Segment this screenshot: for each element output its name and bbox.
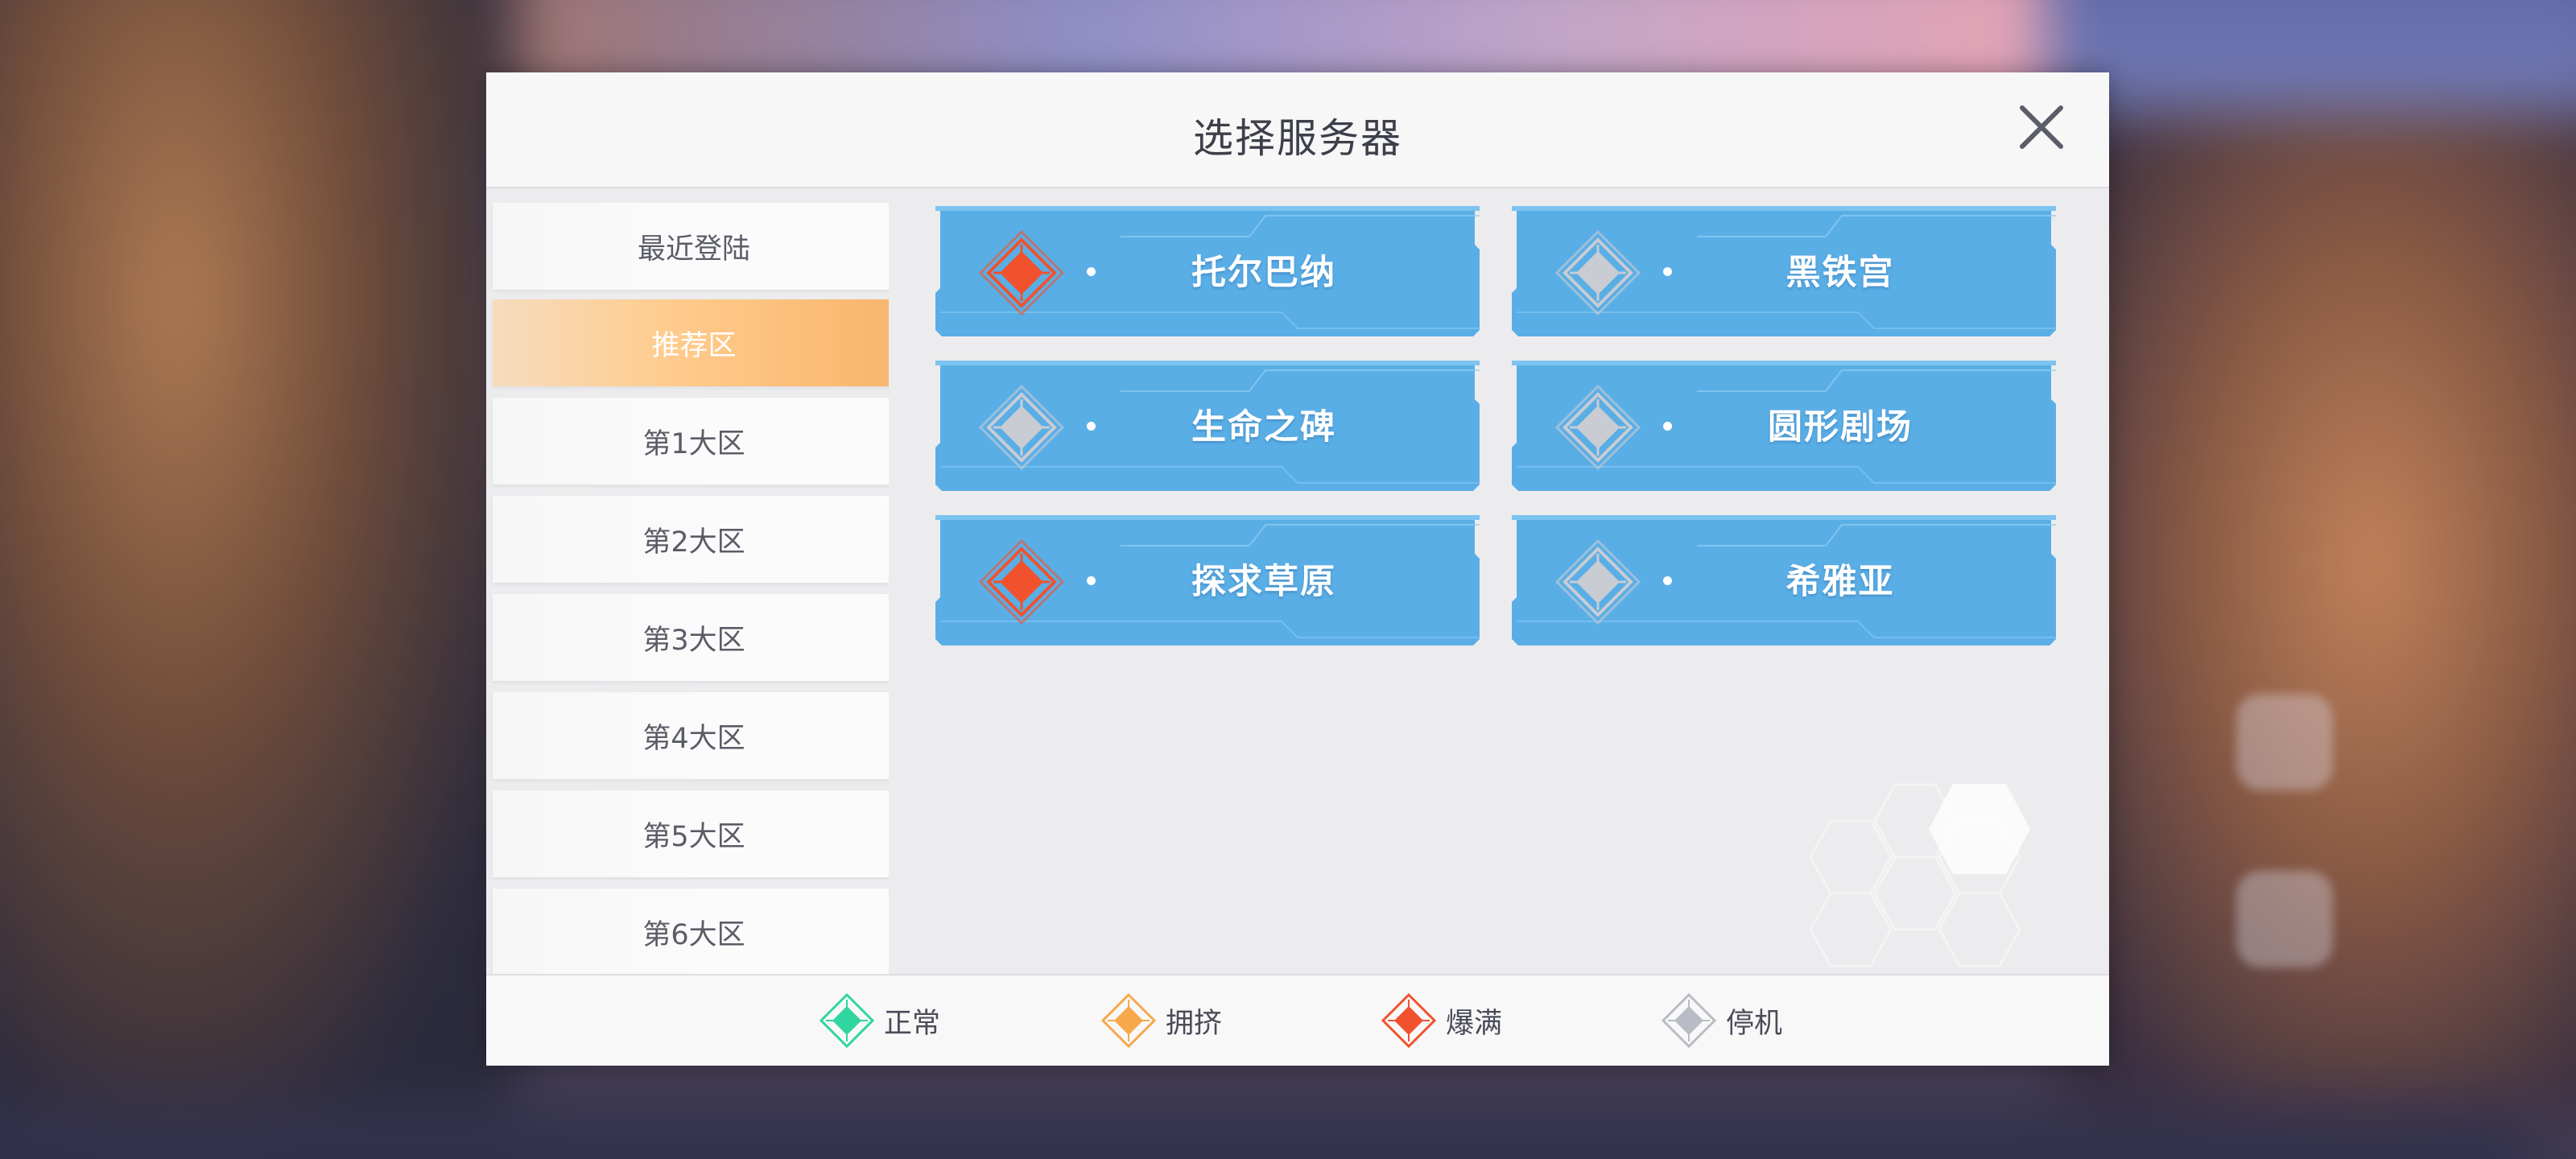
server-card[interactable]: 圆形剧场 <box>1512 361 2056 491</box>
status-crowded-icon <box>1100 992 1157 1049</box>
server-card-dot <box>1663 576 1672 585</box>
legend-label: 正常 <box>884 1007 941 1040</box>
server-card[interactable]: 探求草原 <box>935 515 1480 645</box>
server-card-dot <box>1087 267 1096 276</box>
legend-item-crowded: 拥挤 <box>1100 990 1222 1051</box>
sidebar-item-region-5[interactable]: 第5大区 <box>493 790 889 877</box>
status-offline-icon <box>1554 538 1641 625</box>
sidebar-item-region-1[interactable]: 第1大区 <box>493 398 889 485</box>
close-icon <box>2020 105 2063 149</box>
server-name: 探求草原 <box>1191 562 1336 602</box>
legend-item-offline: 停机 <box>1660 990 1782 1051</box>
server-card[interactable]: 希雅亚 <box>1512 515 2056 645</box>
background-bottom <box>0 1079 2528 1159</box>
status-legend: 正常 拥挤 爆满 停机 <box>486 974 2109 1066</box>
status-offline-icon <box>1554 229 1641 316</box>
dialog-header: 选择服务器 <box>486 72 2109 188</box>
sidebar-item-recommended[interactable]: 推荐区 <box>493 299 889 386</box>
server-card[interactable]: 生命之碑 <box>935 361 1480 491</box>
sidebar-item-label: 最近登陆 <box>637 233 750 266</box>
sidebar-item-region-3[interactable]: 第3大区 <box>493 594 889 681</box>
status-full-icon <box>978 538 1065 625</box>
server-name: 托尔巴纳 <box>1191 253 1336 293</box>
legend-item-normal: 正常 <box>818 990 940 1051</box>
legend-label: 停机 <box>1726 1007 1783 1040</box>
side-menu-icon <box>2236 871 2333 967</box>
server-card-dot <box>1087 576 1096 585</box>
legend-label: 拥挤 <box>1166 1007 1223 1040</box>
server-card[interactable]: 黑铁宫 <box>1512 206 2056 336</box>
server-name: 黑铁宫 <box>1785 253 1895 293</box>
server-name: 希雅亚 <box>1785 562 1895 602</box>
server-card-dot <box>1087 422 1096 431</box>
server-name: 圆形剧场 <box>1768 407 1913 448</box>
region-sidebar: 最近登陆 推荐区 第1大区 第2大区 第3大区 第4大区 第5大区 第6大区 <box>486 203 889 1032</box>
status-offline-icon <box>1554 384 1641 471</box>
legend-item-full: 爆满 <box>1380 990 1502 1051</box>
sidebar-item-region-6[interactable]: 第6大区 <box>493 889 889 975</box>
sidebar-item-label: 第6大区 <box>642 918 745 951</box>
server-card[interactable]: 托尔巴纳 <box>935 206 1480 336</box>
sidebar-item-label: 第1大区 <box>642 427 745 460</box>
close-button[interactable] <box>2009 95 2074 159</box>
status-full-icon <box>978 229 1065 316</box>
sidebar-item-region-4[interactable]: 第4大区 <box>493 692 889 779</box>
status-offline-icon <box>1661 992 1717 1049</box>
sidebar-item-label: 第3大区 <box>642 624 745 657</box>
server-name: 生命之碑 <box>1191 407 1336 448</box>
background-left-character <box>0 0 515 1111</box>
sidebar-item-label: 第4大区 <box>642 722 745 755</box>
server-card-dot <box>1663 422 1672 431</box>
side-menu-icon <box>2236 694 2333 790</box>
hexagon-grid-decoration <box>1809 783 2021 967</box>
status-offline-icon <box>978 384 1065 471</box>
server-select-dialog: 选择服务器 最近登陆 推荐区 第1大区 第2大区 第3大区 第4大区 第5大区 … <box>486 72 2109 1066</box>
server-card-dot <box>1663 267 1672 276</box>
sidebar-item-label: 第2大区 <box>642 526 745 559</box>
sidebar-item-label: 推荐区 <box>651 329 737 362</box>
sidebar-item-recent-login[interactable]: 最近登陆 <box>493 203 889 290</box>
status-normal-icon <box>819 992 875 1049</box>
sidebar-item-region-2[interactable]: 第2大区 <box>493 496 889 583</box>
dialog-title: 选择服务器 <box>1193 115 1402 162</box>
status-full-icon <box>1381 992 1437 1049</box>
legend-label: 爆满 <box>1446 1007 1503 1040</box>
sidebar-item-label: 第5大区 <box>642 820 745 853</box>
